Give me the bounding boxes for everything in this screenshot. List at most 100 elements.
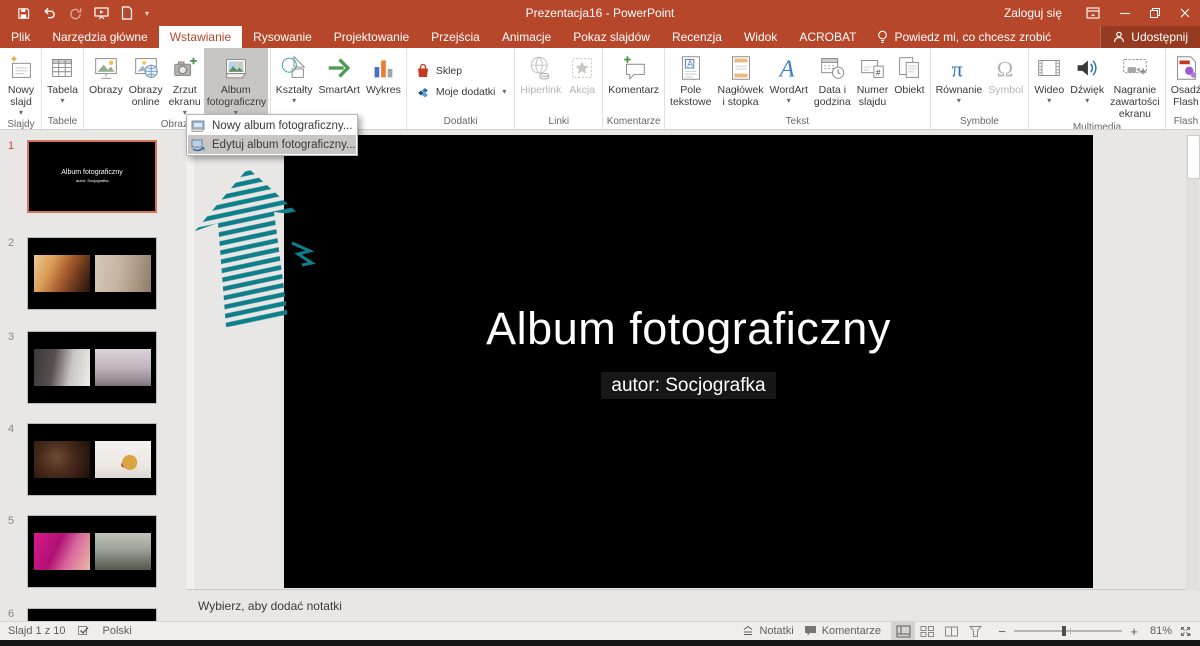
tab-widok[interactable]: Widok: [733, 26, 788, 48]
notes-toggle[interactable]: Notatki: [742, 625, 793, 637]
ribbon-button-pole-tekstowe[interactable]: APole tekstowe: [667, 48, 714, 114]
menu-item-edytuj-album-fotograficzny[interactable]: Edytuj album fotograficzny...: [188, 135, 356, 154]
ribbon-button-album-fotograficzny[interactable]: Album fotograficzny▾: [204, 48, 268, 117]
ribbon-button-tabela[interactable]: Tabela▾: [44, 48, 81, 114]
action-icon: [567, 51, 597, 84]
slideshow-icon[interactable]: [88, 0, 114, 26]
notes-pane[interactable]: Wybierz, aby dodać notatki: [186, 589, 1200, 622]
ribbon-button-label: Zrzut ekranu: [169, 84, 201, 108]
view-normal-button[interactable]: [891, 622, 915, 640]
zoom-slider-handle[interactable]: [1062, 626, 1066, 636]
share-label: Udostępnij: [1131, 30, 1188, 44]
chevron-down-icon: ▾: [60, 97, 64, 105]
ribbon-button-komentarz[interactable]: Komentarz: [605, 48, 662, 114]
ribbon-group-tabele: Tabela▾Tabele: [42, 48, 84, 129]
qat-customize-caret-icon[interactable]: ▾: [140, 9, 154, 18]
tab-plik[interactable]: Plik: [0, 26, 41, 48]
ribbon-group-komentarze: KomentarzKomentarze: [603, 48, 665, 129]
ribbon-button-wykres[interactable]: Wykres: [363, 48, 404, 114]
ribbon-button-hiperlink[interactable]: Hiperlink: [517, 48, 564, 114]
ribbon-button-moje-dodatki[interactable]: Moje dodatki▾: [415, 84, 507, 100]
scrollbar-thumb[interactable]: [1187, 135, 1200, 179]
ribbon-button-kształty[interactable]: Kształty▾: [273, 48, 316, 114]
table-icon: [47, 51, 77, 84]
tab-pokaz-slajdów[interactable]: Pokaz slajdów: [562, 26, 661, 48]
ribbon-button-nagłówek-i-stopka[interactable]: Nagłówek i stopka: [714, 48, 766, 114]
ribbon-button-równanie[interactable]: πRównanie▾: [933, 48, 986, 114]
slide-thumbnail-3[interactable]: [27, 331, 157, 404]
zoom-out-button[interactable]: −: [997, 624, 1007, 639]
ribbon-button-label: Wideo: [1034, 84, 1064, 96]
pictures-icon: [91, 51, 121, 84]
ribbon-button-wideo[interactable]: Wideo▾: [1031, 48, 1067, 120]
addins-icon: [415, 84, 431, 100]
zoom-in-button[interactable]: +: [1129, 624, 1139, 639]
panel-splitter[interactable]: [186, 129, 194, 590]
ribbon-group-label: Multimedia: [1031, 120, 1162, 130]
ribbon-display-options-icon[interactable]: [1076, 0, 1110, 26]
ribbon-button-dźwięk[interactable]: Dźwięk▾: [1067, 48, 1107, 120]
svg-text:Ω: Ω: [996, 56, 1013, 81]
slide-thumbnail-6[interactable]: [27, 608, 157, 622]
tab-animacje[interactable]: Animacje: [491, 26, 562, 48]
tab-recenzja[interactable]: Recenzja: [661, 26, 733, 48]
ribbon-button-zrzut-ekranu[interactable]: Zrzut ekranu▾: [166, 48, 204, 117]
status-bar: Slajd 1 z 10 Polski Notatki Komentarze −…: [0, 621, 1200, 640]
ribbon-button-nowy-slajd[interactable]: Nowy slajd▾: [3, 48, 39, 117]
ribbon-button-osadź-flash[interactable]: Osadź Flash: [1168, 48, 1200, 114]
ribbon-group-label: Tabele: [44, 114, 81, 129]
tab-wstawianie[interactable]: Wstawianie: [159, 26, 242, 48]
slide-canvas[interactable]: Album fotograficzny autor: Socjografka: [284, 135, 1093, 588]
ribbon-button-sklep[interactable]: Sklep: [415, 63, 507, 79]
foggy-forest-photo: [95, 533, 151, 570]
tab-projektowanie[interactable]: Projektowanie: [323, 26, 420, 48]
chevron-down-icon: ▾: [1047, 97, 1051, 105]
spellcheck-icon[interactable]: [77, 625, 90, 638]
view-slide-sorter-button[interactable]: [915, 622, 939, 640]
slide-thumbnail-4[interactable]: [27, 423, 157, 496]
sign-in-link[interactable]: Zaloguj się: [990, 6, 1076, 20]
slide-thumbnail-5[interactable]: [27, 515, 157, 588]
ribbon-button-obrazy-online[interactable]: Obrazy online: [126, 48, 166, 117]
photo-album-icon: [221, 51, 251, 84]
ribbon-button-label: SmartArt: [319, 84, 360, 96]
tab-przejścia[interactable]: Przejścia: [420, 26, 491, 48]
zoom-level[interactable]: 81%: [1146, 625, 1172, 637]
slide-thumbnail-1[interactable]: Album fotograficznyautor: Socjografka: [27, 140, 157, 213]
ribbon-button-akcja[interactable]: Akcja: [564, 48, 600, 114]
tab-rysowanie[interactable]: Rysowanie: [242, 26, 323, 48]
ribbon-button-label: Dźwięk: [1070, 84, 1104, 96]
tab-narzędzia-główne[interactable]: Narzędzia główne: [41, 26, 158, 48]
slide-thumbnail-2[interactable]: [27, 237, 157, 310]
ribbon-button-symbol[interactable]: ΩSymbol: [985, 48, 1026, 114]
minimize-button[interactable]: [1110, 0, 1140, 26]
slide-subtitle-text[interactable]: autor: Socjografka: [284, 375, 1093, 397]
ribbon-button-wordart[interactable]: AWordArt▾: [767, 48, 811, 114]
ribbon-button-data-i-godzina[interactable]: Data i godzina: [811, 48, 854, 114]
collapse-ribbon-icon[interactable]: ⌃: [1185, 632, 1193, 643]
view-reading-button[interactable]: [939, 622, 963, 640]
slide-title-text[interactable]: Album fotograficzny: [284, 303, 1093, 355]
undo-icon[interactable]: [36, 0, 62, 26]
ribbon-group-multimedia: Wideo▾Dźwięk▾Nagranie zawartości ekranuM…: [1029, 48, 1165, 129]
hyperlink-icon: [526, 51, 556, 84]
ribbon-button-nagranie-zawartości-ekranu[interactable]: Nagranie zawartości ekranu: [1107, 48, 1163, 120]
language-indicator[interactable]: Polski: [102, 625, 131, 637]
view-slideshow-button[interactable]: [963, 622, 987, 640]
menu-item-nowy-album-fotograficzny[interactable]: Nowy album fotograficzny...: [188, 116, 356, 135]
tab-acrobat[interactable]: ACROBAT: [788, 26, 867, 48]
ribbon-button-numer-slajdu[interactable]: #Numer slajdu: [854, 48, 892, 114]
close-button[interactable]: [1170, 0, 1200, 26]
comments-toggle[interactable]: Komentarze: [804, 625, 881, 637]
tell-me-box[interactable]: Powiedz mi, co chcesz zrobić: [867, 26, 1061, 48]
save-icon[interactable]: [10, 0, 36, 26]
zoom-slider[interactable]: [1014, 630, 1122, 632]
ribbon-button-smartart[interactable]: SmartArt: [316, 48, 363, 114]
share-button[interactable]: Udostępnij: [1100, 26, 1200, 48]
redo-icon[interactable]: [62, 0, 88, 26]
ribbon-button-obrazy[interactable]: Obrazy: [86, 48, 126, 117]
vertical-scrollbar[interactable]: [1186, 135, 1199, 590]
restore-button[interactable]: [1140, 0, 1170, 26]
ribbon-button-obiekt[interactable]: Obiekt: [891, 48, 927, 114]
new-file-icon[interactable]: [114, 0, 140, 26]
